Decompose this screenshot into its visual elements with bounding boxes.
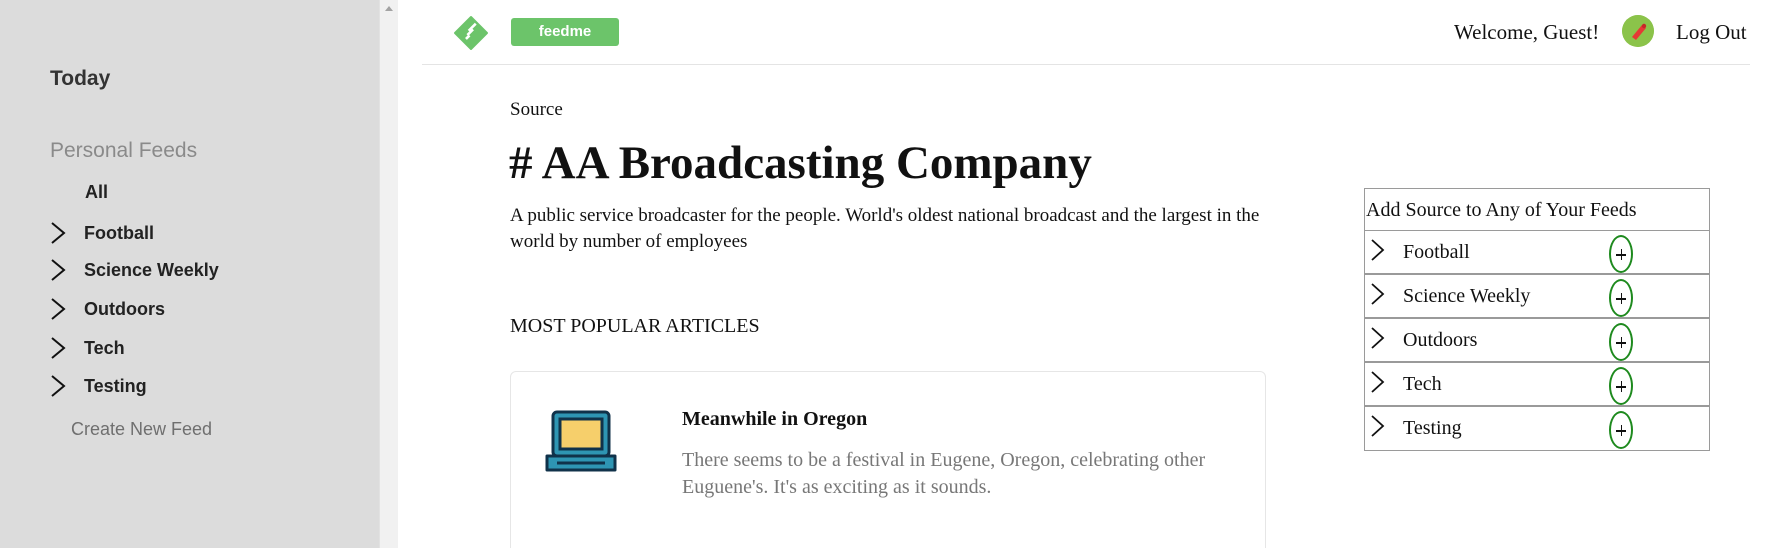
article-summary: There seems to be a festival in Eugene, … [682,449,1206,498]
chevron-right-icon [1371,283,1385,305]
widget-row-label: Testing [1403,417,1462,439]
sidebar-item-science-weekly[interactable]: Science Weekly [50,255,350,285]
add-to-feed-button[interactable] [1609,411,1633,449]
chevron-right-icon [1371,371,1385,393]
brand-badge[interactable]: feedme [511,18,619,46]
chevron-right-icon [1371,415,1385,437]
widget-row-testing: Testing [1365,407,1709,451]
widget-row-football: Football [1365,231,1709,275]
sidebar-item-label: Tech [84,337,125,358]
sidebar-item-label: Football [84,222,154,243]
user-avatar-icon [1622,15,1654,47]
logout-link[interactable]: Log Out [1676,20,1747,45]
widget-row-outdoors: Outdoors [1365,319,1709,363]
add-to-feed-button[interactable] [1609,367,1633,405]
source-label: Source [510,99,563,120]
widget-heading: Add Source to Any of Your Feeds [1365,189,1709,231]
scrollbar[interactable] [379,0,398,548]
add-to-feed-button[interactable] [1609,323,1633,361]
sidebar-item-tech[interactable]: Tech [50,333,350,363]
avatar[interactable] [1622,15,1654,47]
welcome-text: Welcome, Guest! [1454,20,1600,44]
add-to-feed-button[interactable] [1609,235,1633,273]
sidebar-personal-feeds-heading: Personal Feeds [50,139,198,162]
widget-row-tech: Tech [1365,363,1709,407]
sidebar-item-testing[interactable]: Testing [50,371,350,401]
page-title: # AA Broadcasting Company [509,137,1092,189]
chevron-right-icon [1371,327,1385,349]
sidebar-item-all[interactable]: All [85,182,108,203]
source-description: A public service broadcaster for the peo… [510,205,1260,252]
chevron-right-icon [50,333,84,363]
widget-row-label: Football [1403,241,1470,263]
chevron-right-icon [1371,239,1385,261]
sidebar-item-label: Outdoors [84,298,165,319]
widget-row-label: Outdoors [1403,329,1478,351]
sidebar-today[interactable]: Today [50,67,110,91]
article-title[interactable]: Meanwhile in Oregon [682,408,867,431]
popular-articles-heading: MOST POPULAR ARTICLES [510,315,760,337]
top-header: feedme Welcome, Guest! Log Out [422,0,1750,65]
article-card[interactable]: Meanwhile in Oregon There seems to be a … [510,371,1266,548]
chevron-right-icon [50,294,84,324]
add-source-widget: Add Source to Any of Your Feeds Football… [1364,188,1710,451]
widget-row-science-weekly: Science Weekly [1365,275,1709,319]
create-new-feed-link[interactable]: Create New Feed [71,419,212,440]
sidebar-item-label: Science Weekly [84,259,219,280]
add-to-feed-button[interactable] [1609,279,1633,317]
sidebar-item-outdoors[interactable]: Outdoors [50,294,350,324]
laptop-icon [545,410,617,472]
widget-row-label: Science Weekly [1403,285,1531,307]
chevron-right-icon [50,371,84,401]
scroll-up-arrow-icon[interactable] [385,6,393,11]
widget-row-label: Tech [1403,373,1442,395]
feedme-logo-icon[interactable] [453,15,489,51]
sidebar-item-football[interactable]: Football [50,218,350,248]
sidebar-item-label: Testing [84,375,147,396]
sidebar: Today Personal Feeds All Football Scienc… [0,0,379,548]
chevron-right-icon [50,218,84,248]
chevron-right-icon [50,255,84,285]
